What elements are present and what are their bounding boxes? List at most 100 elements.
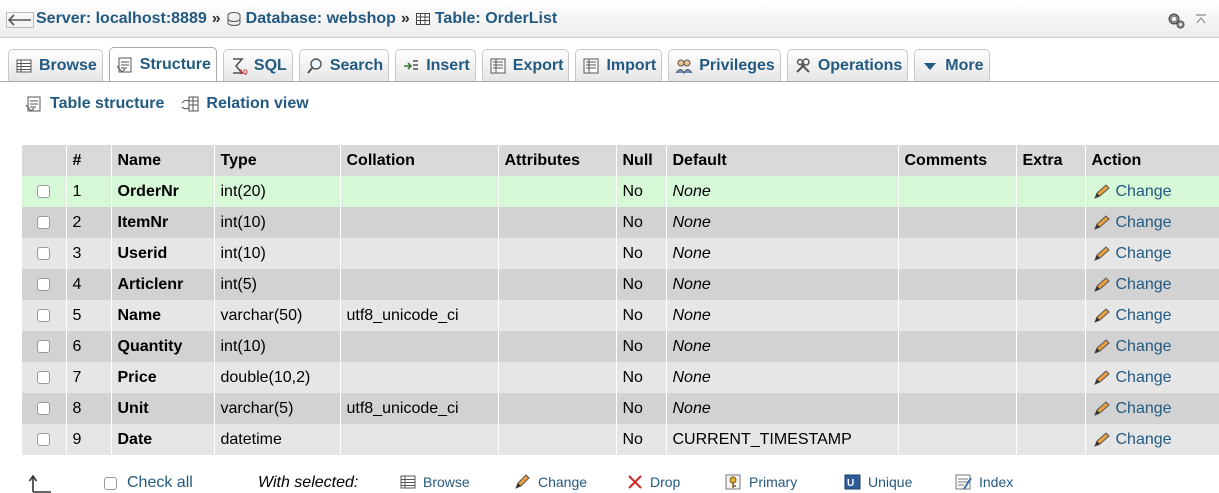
tab-privileges[interactable]: Privileges: [668, 49, 781, 81]
bulk-index-button[interactable]: Index: [955, 474, 1013, 490]
header-comments[interactable]: Comments: [898, 145, 1017, 176]
cell-attributes: [498, 331, 617, 362]
breadcrumb-separator: »: [211, 10, 221, 27]
header-extra[interactable]: Extra: [1016, 145, 1086, 176]
pencil-icon: [1093, 245, 1110, 261]
back-arrow-icon[interactable]: [6, 12, 34, 28]
header-type[interactable]: Type: [214, 145, 341, 176]
cell-attributes: [498, 362, 617, 393]
cell-collation: utf8_unicode_ci: [340, 393, 499, 424]
bulk-change-button[interactable]: Change: [514, 474, 587, 490]
cell-num: 5: [66, 300, 112, 331]
cell-name: Price: [111, 362, 215, 393]
row-checkbox[interactable]: [37, 184, 51, 198]
cell-comments: [898, 176, 1017, 207]
row-checkbox[interactable]: [37, 401, 51, 415]
breadcrumb-database[interactable]: Database: webshop: [226, 10, 396, 28]
change-link[interactable]: Change: [1092, 369, 1213, 387]
cell-comments: [898, 300, 1017, 331]
tab-label: Operations: [817, 56, 903, 74]
cell-null: No: [616, 424, 667, 455]
structure-icon: [116, 57, 132, 73]
tab-import[interactable]: Import: [575, 49, 663, 81]
cell-action: Change: [1085, 331, 1219, 362]
header-checkbox: [22, 145, 67, 176]
tab-export[interactable]: Export: [481, 49, 570, 81]
cell-default: None: [666, 176, 899, 207]
bulk-primary-button[interactable]: Primary: [725, 474, 797, 490]
tab-insert[interactable]: Insert: [395, 49, 476, 81]
table-row[interactable]: 4 Articlenr int(5) No None Change: [22, 269, 1219, 300]
change-link[interactable]: Change: [1092, 431, 1213, 449]
tab-operations[interactable]: Operations: [786, 49, 909, 81]
change-link[interactable]: Change: [1092, 276, 1213, 294]
row-checkbox[interactable]: [37, 339, 51, 353]
bulk-action-label: Change: [538, 474, 588, 490]
tab-label: Import: [606, 56, 657, 74]
row-checkbox[interactable]: [37, 277, 51, 291]
change-link[interactable]: Change: [1092, 183, 1213, 201]
row-checkbox[interactable]: [37, 308, 51, 322]
tab-structure[interactable]: Structure: [108, 47, 217, 81]
header-null[interactable]: Null: [616, 145, 667, 176]
table-row[interactable]: 6 Quantity int(10) No None Change: [22, 331, 1219, 362]
insert-icon: [404, 59, 419, 70]
tab-browse[interactable]: Browse: [8, 49, 103, 81]
index-icon: [955, 474, 972, 490]
cell-null: No: [616, 300, 667, 331]
bulk-browse-button[interactable]: Browse: [399, 474, 470, 490]
cell-action: Change: [1085, 393, 1219, 424]
breadcrumb-server[interactable]: Server: localhost:8889: [36, 10, 207, 28]
cell-collation: [340, 331, 499, 362]
row-checkbox[interactable]: [37, 215, 51, 229]
table-row[interactable]: 8 Unit varchar(5) utf8_unicode_ci No Non…: [22, 393, 1219, 424]
header-default[interactable]: Default: [666, 145, 899, 176]
table-row[interactable]: 2 ItemNr int(10) No None Change: [22, 207, 1219, 238]
bulk-unique-button[interactable]: U Unique: [844, 474, 912, 490]
subnav-table-structure[interactable]: Table structure: [24, 92, 164, 116]
breadcrumb-table[interactable]: Table: OrderList: [415, 10, 557, 28]
tab-label: More: [945, 56, 984, 74]
cell-type: int(10): [214, 331, 341, 362]
cell-comments: [898, 424, 1017, 455]
table-row[interactable]: 9 Date datetime No CURRENT_TIMESTAMP Cha…: [22, 424, 1219, 455]
cell-action: Change: [1085, 176, 1219, 207]
table-row[interactable]: 7 Price double(10,2) No None Change: [22, 362, 1219, 393]
cell-num: 6: [66, 331, 112, 362]
cell-default: None: [666, 269, 899, 300]
change-link[interactable]: Change: [1092, 214, 1213, 232]
header-num[interactable]: #: [66, 145, 112, 176]
tab-sql[interactable]: SQL SQL: [222, 49, 293, 81]
header-collation[interactable]: Collation: [340, 145, 499, 176]
table-row[interactable]: 3 Userid int(10) No None Change: [22, 238, 1219, 269]
cell-collation: [340, 424, 499, 455]
gear-icon[interactable]: [1166, 10, 1186, 30]
breadcrumb-bar: Server: localhost:8889 » Database: websh…: [0, 0, 1219, 38]
change-link[interactable]: Change: [1092, 400, 1213, 418]
header-name[interactable]: Name: [111, 145, 215, 176]
cell-extra: [1016, 300, 1086, 331]
check-all[interactable]: Check all: [104, 474, 193, 492]
check-all-checkbox[interactable]: [104, 476, 117, 490]
collapse-top-icon[interactable]: [1193, 12, 1209, 28]
header-attributes[interactable]: Attributes: [498, 145, 617, 176]
table-row[interactable]: 5 Name varchar(50) utf8_unicode_ci No No…: [22, 300, 1219, 331]
cell-name: Date: [111, 424, 215, 455]
tab-search[interactable]: Search: [298, 49, 390, 81]
cell-num: 1: [66, 176, 112, 207]
tab-more[interactable]: More: [914, 49, 990, 81]
change-link[interactable]: Change: [1092, 338, 1213, 356]
subnav-relation-view[interactable]: Relation view: [180, 92, 309, 116]
cell-extra: [1016, 424, 1086, 455]
cell-action: Change: [1085, 300, 1219, 331]
row-checkbox[interactable]: [37, 246, 51, 260]
change-link[interactable]: Change: [1092, 245, 1213, 263]
table-row[interactable]: 1 OrderNr int(20) No None Change: [22, 176, 1219, 207]
row-checkbox[interactable]: [37, 432, 51, 446]
row-checkbox[interactable]: [37, 370, 51, 384]
bulk-drop-button[interactable]: Drop: [626, 474, 680, 490]
cell-collation: utf8_unicode_ci: [340, 300, 499, 331]
change-link[interactable]: Change: [1092, 307, 1213, 325]
cell-extra: [1016, 269, 1086, 300]
cell-null: No: [616, 238, 667, 269]
